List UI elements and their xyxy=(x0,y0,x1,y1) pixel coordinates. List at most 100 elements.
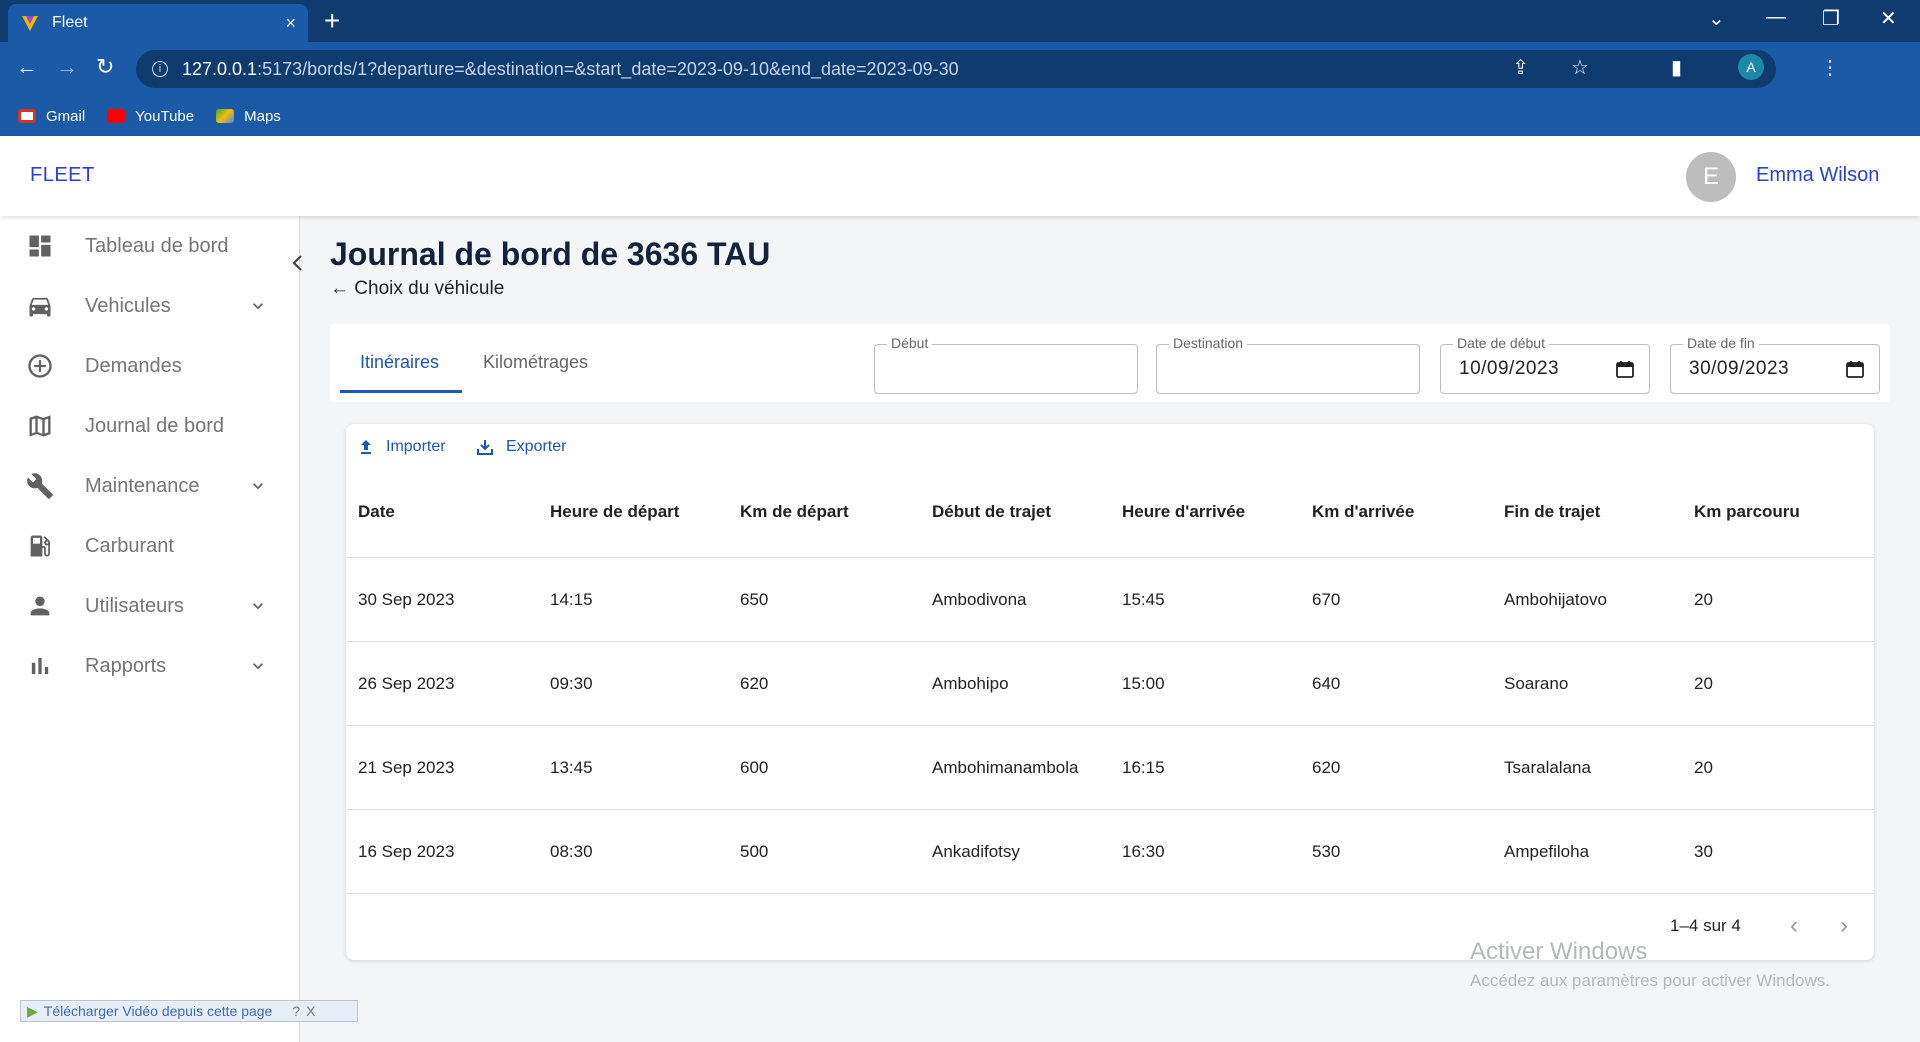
menu-kebab-icon[interactable]: ⋮ xyxy=(1820,55,1840,80)
tab-itineraires[interactable]: Itinéraires xyxy=(360,352,439,373)
toolbar-icons: ⇪ ☆ ▮ A ⋮ xyxy=(1512,54,1900,80)
side-panel-icon[interactable]: ▮ xyxy=(1671,55,1682,80)
bookmark-label: Maps xyxy=(244,107,281,125)
gmail-icon xyxy=(18,109,36,123)
sidebar-item-journal-de-bord[interactable]: Journal de bord xyxy=(0,396,300,456)
chevron-down-icon[interactable] xyxy=(248,656,268,676)
user-avatar[interactable]: E xyxy=(1686,152,1736,202)
cell-trip-end: Ambohijatovo xyxy=(1504,590,1608,609)
end-date-field[interactable]: Date de fin 30/09/2023 xyxy=(1670,335,1880,394)
import-button[interactable]: Importer xyxy=(358,438,446,456)
forward-arrow-icon[interactable]: → xyxy=(56,54,78,80)
export-label: Exporter xyxy=(506,438,567,455)
cell-departure-time: 09:30 xyxy=(550,674,593,693)
bookmarks-bar: Gmail YouTube Maps xyxy=(0,96,1920,136)
sidebar-item-rapports[interactable]: Rapports xyxy=(0,636,300,696)
column-header-departure-time[interactable]: Heure de départ xyxy=(550,502,679,522)
sidebar: Tableau de bord Vehicules Demandes Journ… xyxy=(0,216,300,1042)
destination-field[interactable]: Destination xyxy=(1156,335,1420,394)
column-header-trip-start[interactable]: Début de trajet xyxy=(932,502,1051,522)
collapse-sidebar-icon[interactable] xyxy=(290,252,306,274)
back-arrow-icon[interactable]: ← xyxy=(16,54,38,80)
fuel-icon xyxy=(30,535,50,557)
address-bar[interactable]: i 127.0.0.1:5173/bords/1?departure=&dest… xyxy=(136,50,1776,88)
column-header-arrival-time[interactable]: Heure d'arrivée xyxy=(1122,502,1245,522)
chevron-down-icon[interactable] xyxy=(248,476,268,496)
calendar-icon[interactable] xyxy=(1845,359,1865,379)
user-name[interactable]: Emma Wilson xyxy=(1756,164,1879,187)
new-tab-button[interactable]: + xyxy=(324,6,340,36)
cell-km-travelled: 20 xyxy=(1694,758,1713,777)
cell-trip-start: Ambohipo xyxy=(932,674,1009,693)
sidebar-item-label: Utilisateurs xyxy=(85,594,184,617)
video-download-bar[interactable]: ▶ Télécharger Vidéo depuis cette page ? … xyxy=(20,1000,358,1022)
download-icon xyxy=(477,440,493,455)
cell-arrival-time: 15:45 xyxy=(1122,590,1165,609)
close-tab-icon[interactable]: × xyxy=(285,13,296,34)
help-icon[interactable]: ? xyxy=(292,1003,300,1019)
sidebar-item-label: Tableau de bord xyxy=(85,234,229,257)
person-icon xyxy=(30,596,50,616)
next-page-icon[interactable]: › xyxy=(1840,912,1848,940)
close-icon[interactable]: X xyxy=(306,1003,315,1019)
tab-kilometrages[interactable]: Kilométrages xyxy=(483,352,588,373)
cell-departure-km: 500 xyxy=(740,842,769,861)
profile-avatar[interactable]: A xyxy=(1738,54,1764,80)
reload-icon[interactable]: ↻ xyxy=(96,54,114,80)
restore-icon[interactable]: ❐ xyxy=(1822,6,1840,31)
cell-arrival-km: 670 xyxy=(1312,590,1341,609)
bookmark-maps[interactable]: Maps xyxy=(216,108,281,125)
sidebar-item-utilisateurs[interactable]: Utilisateurs xyxy=(0,576,300,636)
import-label: Importer xyxy=(386,438,446,455)
tab-search-icon[interactable]: ⌄ xyxy=(1708,6,1725,31)
column-header-arrival-km[interactable]: Km d'arrivée xyxy=(1312,502,1414,522)
cell-date: 16 Sep 2023 xyxy=(358,842,455,861)
row-divider xyxy=(346,809,1874,810)
sidebar-item-label: Carburant xyxy=(85,534,174,557)
cell-trip-start: Ambodivona xyxy=(932,590,1027,609)
map-icon xyxy=(29,415,51,437)
bookmark-youtube[interactable]: YouTube xyxy=(107,108,194,125)
column-header-date[interactable]: Date xyxy=(358,502,395,522)
minimize-icon[interactable]: — xyxy=(1766,6,1786,29)
cell-date: 21 Sep 2023 xyxy=(358,758,455,777)
windows-activation-subtitle: Accédez aux paramètres pour activer Wind… xyxy=(1470,971,1830,990)
browser-toolbar: ← → ↻ i 127.0.0.1:5173/bords/1?departure… xyxy=(0,42,1920,96)
start-date-field[interactable]: Date de début 10/09/2023 xyxy=(1440,335,1650,394)
chevron-down-icon[interactable] xyxy=(248,296,268,316)
window-close-icon[interactable]: ✕ xyxy=(1880,6,1897,31)
url-host: 127.0.0.1 xyxy=(182,58,258,79)
page-title: Journal de bord de 3636 TAU xyxy=(330,236,771,272)
column-header-km-travelled[interactable]: Km parcouru xyxy=(1694,502,1800,522)
export-button[interactable]: Exporter xyxy=(476,438,566,456)
maps-icon xyxy=(216,109,235,123)
sidebar-item-tableau-de-bord[interactable]: Tableau de bord xyxy=(0,216,300,276)
sidebar-item-label: Demandes xyxy=(85,354,182,377)
sidebar-item-vehicules[interactable]: Vehicules xyxy=(0,276,300,336)
cell-date: 30 Sep 2023 xyxy=(358,590,455,609)
brand-logo[interactable]: FLEET xyxy=(30,164,95,187)
cell-trip-end: Soarano xyxy=(1504,674,1569,693)
sidebar-item-carburant[interactable]: Carburant xyxy=(0,516,300,576)
share-icon[interactable]: ⇪ xyxy=(1512,55,1529,80)
cell-arrival-km: 530 xyxy=(1312,842,1341,861)
back-to-vehicle-link[interactable]: ← Choix du véhicule xyxy=(330,278,504,300)
previous-page-icon[interactable]: ‹ xyxy=(1790,912,1798,940)
bookmark-star-icon[interactable]: ☆ xyxy=(1571,55,1589,80)
bookmark-gmail[interactable]: Gmail xyxy=(18,108,85,125)
browser-tab[interactable]: Fleet × xyxy=(8,4,308,42)
calendar-icon[interactable] xyxy=(1615,359,1635,379)
sidebar-item-demandes[interactable]: Demandes xyxy=(0,336,300,396)
bookmark-label: Gmail xyxy=(46,107,86,125)
sidebar-item-maintenance[interactable]: Maintenance xyxy=(0,456,300,516)
column-header-trip-end[interactable]: Fin de trajet xyxy=(1504,502,1600,522)
cell-trip-end: Tsaralalana xyxy=(1504,758,1591,777)
chevron-down-icon[interactable] xyxy=(248,596,268,616)
add-circle-icon xyxy=(28,354,52,378)
site-info-icon[interactable]: i xyxy=(152,61,168,77)
bookmark-label: YouTube xyxy=(135,107,195,125)
departure-field[interactable]: Début xyxy=(874,335,1138,394)
pagination-range: 1–4 sur 4 xyxy=(1670,916,1741,935)
start-date-value: 10/09/2023 xyxy=(1459,358,1560,379)
column-header-departure-km[interactable]: Km de départ xyxy=(740,502,849,522)
